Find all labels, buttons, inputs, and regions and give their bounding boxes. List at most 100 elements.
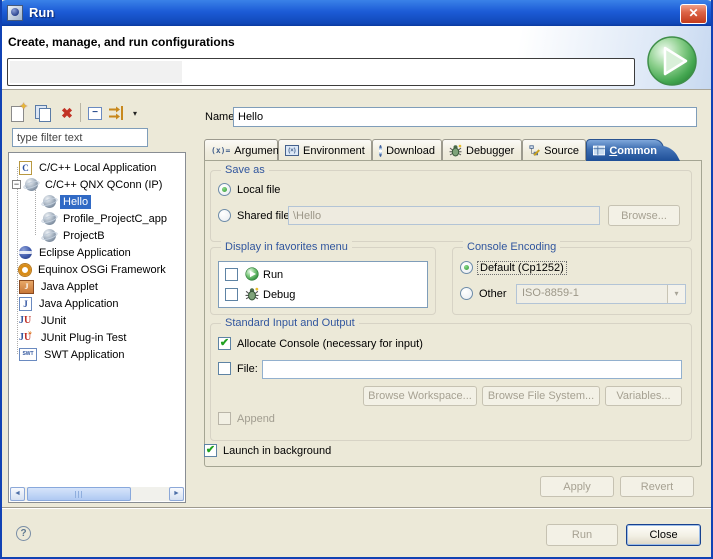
- scrollbar-grip-icon: [75, 491, 84, 498]
- delete-icon: ✖: [57, 103, 77, 123]
- name-input[interactable]: [233, 107, 697, 127]
- radio-dot: [222, 187, 227, 192]
- variables-button[interactable]: Variables...: [605, 386, 682, 406]
- append-checkbox[interactable]: [218, 412, 231, 425]
- tab-debugger[interactable]: Debugger: [442, 139, 522, 161]
- delete-configuration-button[interactable]: ✖: [57, 103, 77, 123]
- file-label[interactable]: File:: [237, 363, 258, 375]
- filter-launch-configurations-button[interactable]: ▾: [107, 103, 137, 123]
- encoding-default-label[interactable]: Default (Cp1252): [477, 261, 567, 275]
- filter-input[interactable]: [12, 128, 148, 147]
- save-as-title: Save as: [221, 164, 269, 176]
- collapse-all-button[interactable]: −: [85, 103, 105, 123]
- scroll-right-button[interactable]: ►: [169, 487, 184, 501]
- tree-item-java-application[interactable]: J Java Application: [9, 295, 186, 312]
- java-application-icon: J: [19, 297, 32, 311]
- junit-plugin-icon: JU»: [19, 332, 34, 343]
- dialog-icon: [7, 5, 23, 21]
- allocate-console-label[interactable]: Allocate Console (necessary for input): [237, 338, 423, 350]
- collapse-all-icon: −: [88, 107, 102, 120]
- c-local-icon: C: [19, 161, 32, 175]
- tree-item-equinox-osgi[interactable]: Equinox OSGi Framework: [9, 261, 186, 278]
- filter-dropdown-icon: ▾: [133, 109, 137, 118]
- favorite-run-checkbox[interactable]: [225, 268, 238, 281]
- plugin-spark-icon: »: [28, 328, 32, 337]
- eclipse-application-icon: [19, 246, 32, 259]
- browse-shared-button[interactable]: Browse...: [608, 205, 680, 226]
- revert-button[interactable]: Revert: [620, 476, 694, 497]
- favorite-run-label[interactable]: Run: [263, 269, 283, 281]
- equinox-framework-icon: [19, 264, 31, 276]
- favorites-list: Run Debug: [218, 261, 428, 308]
- browse-filesystem-button[interactable]: Browse File System...: [482, 386, 600, 406]
- environment-icon: (×): [285, 145, 299, 156]
- local-file-radio[interactable]: [218, 183, 231, 196]
- title-bar[interactable]: Run ✕: [0, 0, 713, 26]
- tree-item-cpp-local[interactable]: C C/C++ Local Application: [9, 159, 186, 176]
- qnx-target-icon: [25, 178, 38, 191]
- download-icon: [379, 145, 382, 157]
- qnx-target-icon: [43, 195, 56, 208]
- encoding-default-radio[interactable]: [460, 261, 473, 274]
- shared-file-label[interactable]: Shared file:: [237, 210, 293, 222]
- tab-common[interactable]: Common: [586, 139, 664, 161]
- apply-button[interactable]: Apply: [540, 476, 614, 497]
- radio-dot: [464, 265, 469, 270]
- encoding-combo[interactable]: ISO-8859-1 ▾: [516, 284, 686, 304]
- collapse-twisty-icon[interactable]: −: [12, 180, 21, 189]
- allocate-console-checkbox[interactable]: ✔: [218, 337, 231, 350]
- tab-source[interactable]: Source: [522, 139, 586, 161]
- close-button[interactable]: Close: [626, 524, 701, 546]
- tree-item-profile-projectc[interactable]: Profile_ProjectC_app: [9, 210, 186, 227]
- source-icon: [529, 144, 540, 157]
- tab-arguments[interactable]: (x)= Arguments: [204, 139, 278, 161]
- local-file-label[interactable]: Local file: [237, 184, 280, 196]
- shared-file-input[interactable]: [288, 206, 600, 225]
- run-dialog: Run ✕ Create, manage, and run configurat…: [0, 0, 713, 559]
- tree-item-eclipse-application[interactable]: Eclipse Application: [9, 244, 186, 261]
- qnx-target-icon: [43, 229, 56, 242]
- help-button[interactable]: ?: [16, 526, 31, 541]
- scroll-left-button[interactable]: ◄: [10, 487, 25, 501]
- duplicate-configuration-button[interactable]: [33, 103, 53, 123]
- close-window-button[interactable]: ✕: [680, 4, 707, 24]
- tree-item-java-applet[interactable]: J Java Applet: [9, 278, 186, 295]
- tree-item-cpp-qnx[interactable]: − C/C++ QNX QConn (IP): [9, 176, 186, 193]
- browse-workspace-button[interactable]: Browse Workspace...: [363, 386, 477, 406]
- debug-icon: [245, 287, 259, 301]
- scrollbar-thumb[interactable]: [27, 487, 131, 501]
- tree-item-junit-plugin[interactable]: JU» JUnit Plug-in Test: [9, 329, 186, 346]
- append-label[interactable]: Append: [237, 413, 275, 425]
- arguments-icon: (x)=: [211, 146, 230, 155]
- tree-item-projectb[interactable]: ProjectB: [9, 227, 186, 244]
- copy-front-page-icon: [39, 108, 51, 122]
- encoding-other-label[interactable]: Other: [479, 288, 507, 300]
- shared-file-radio[interactable]: [218, 209, 231, 222]
- filter-icon: [108, 105, 126, 121]
- encoding-combo-value: ISO-8859-1: [522, 287, 579, 299]
- tree-item-junit[interactable]: JU JUnit: [9, 312, 186, 329]
- favorite-debug-label[interactable]: Debug: [263, 289, 295, 301]
- encoding-other-radio[interactable]: [460, 287, 473, 300]
- launch-background-checkbox[interactable]: ✔: [204, 444, 217, 457]
- console-encoding-title: Console Encoding: [463, 241, 560, 253]
- configurations-tree: C C/C++ Local Application − C/C++ QNX QC…: [8, 152, 186, 503]
- tree-horizontal-scrollbar[interactable]: ◄ ►: [10, 487, 184, 501]
- new-star-icon: ✦: [19, 100, 28, 113]
- stdio-title: Standard Input and Output: [221, 317, 359, 329]
- file-checkbox[interactable]: [218, 362, 231, 375]
- tree-item-swt-application[interactable]: SWT SWT Application: [9, 346, 186, 363]
- junit-icon: JU: [19, 315, 34, 326]
- java-applet-icon: J: [19, 280, 34, 294]
- button-bar-separator: [2, 507, 711, 509]
- combo-dropdown-icon[interactable]: ▾: [667, 285, 685, 303]
- favorite-debug-checkbox[interactable]: [225, 288, 238, 301]
- window-title: Run: [29, 5, 54, 20]
- new-configuration-button[interactable]: ✦: [9, 103, 29, 123]
- file-path-input[interactable]: [262, 360, 682, 379]
- run-button[interactable]: Run: [546, 524, 618, 546]
- tab-download[interactable]: Download: [372, 139, 442, 161]
- launch-background-label[interactable]: Launch in background: [223, 445, 331, 457]
- tab-environment[interactable]: (×) Environment: [278, 139, 372, 161]
- tree-item-hello[interactable]: Hello: [9, 193, 186, 210]
